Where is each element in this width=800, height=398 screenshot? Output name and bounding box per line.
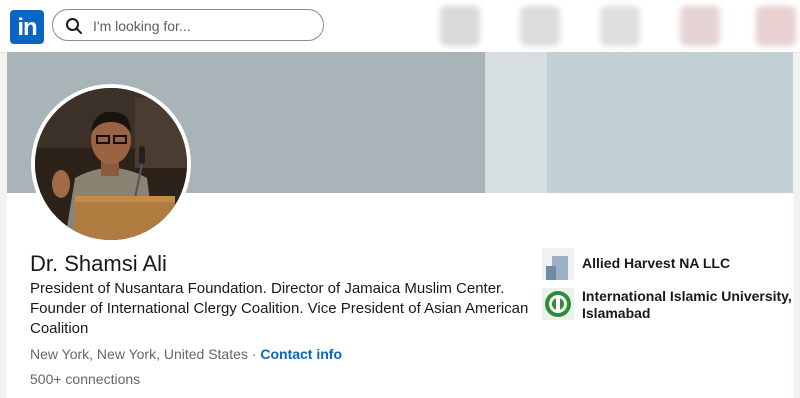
nav-notifications-icon[interactable] xyxy=(756,6,796,46)
nav-jobs-icon[interactable] xyxy=(600,6,640,46)
linkedin-logo-icon[interactable]: in xyxy=(10,10,44,44)
experience-item-company[interactable]: Allied Harvest NA LLC xyxy=(542,248,792,280)
company-name: Allied Harvest NA LLC xyxy=(582,255,731,271)
profile-photo[interactable] xyxy=(31,84,191,244)
top-nav-bar: in xyxy=(0,0,800,53)
company-logo-placeholder-icon xyxy=(542,248,574,280)
profile-name: Dr. Shamsi Ali xyxy=(30,251,167,276)
profile-photo-image xyxy=(35,88,187,240)
experience-item-university[interactable]: International Islamic University, Islama… xyxy=(542,288,792,322)
contact-info-link[interactable]: Contact info xyxy=(260,346,342,362)
search-box[interactable] xyxy=(52,9,324,41)
university-logo-icon xyxy=(542,288,574,320)
profile-location: New York, New York, United States xyxy=(30,346,248,362)
profile-card: Dr. Shamsi Ali President of Nusantara Fo… xyxy=(7,52,793,398)
banner-stripe xyxy=(485,52,547,193)
profile-headline: President of Nusantara Foundation. Direc… xyxy=(30,280,529,337)
nav-messaging-icon[interactable] xyxy=(680,6,720,46)
nav-network-icon[interactable] xyxy=(520,6,560,46)
separator: · xyxy=(251,346,257,362)
connections-count[interactable]: 500+ connections xyxy=(30,371,140,387)
university-name: International Islamic University, Islama… xyxy=(582,288,792,321)
profile-location-line: New York, New York, United States · Cont… xyxy=(30,346,342,362)
search-input[interactable] xyxy=(91,14,315,38)
banner-right-panel xyxy=(547,52,793,193)
search-icon xyxy=(66,18,82,34)
nav-home-icon[interactable] xyxy=(440,6,480,46)
